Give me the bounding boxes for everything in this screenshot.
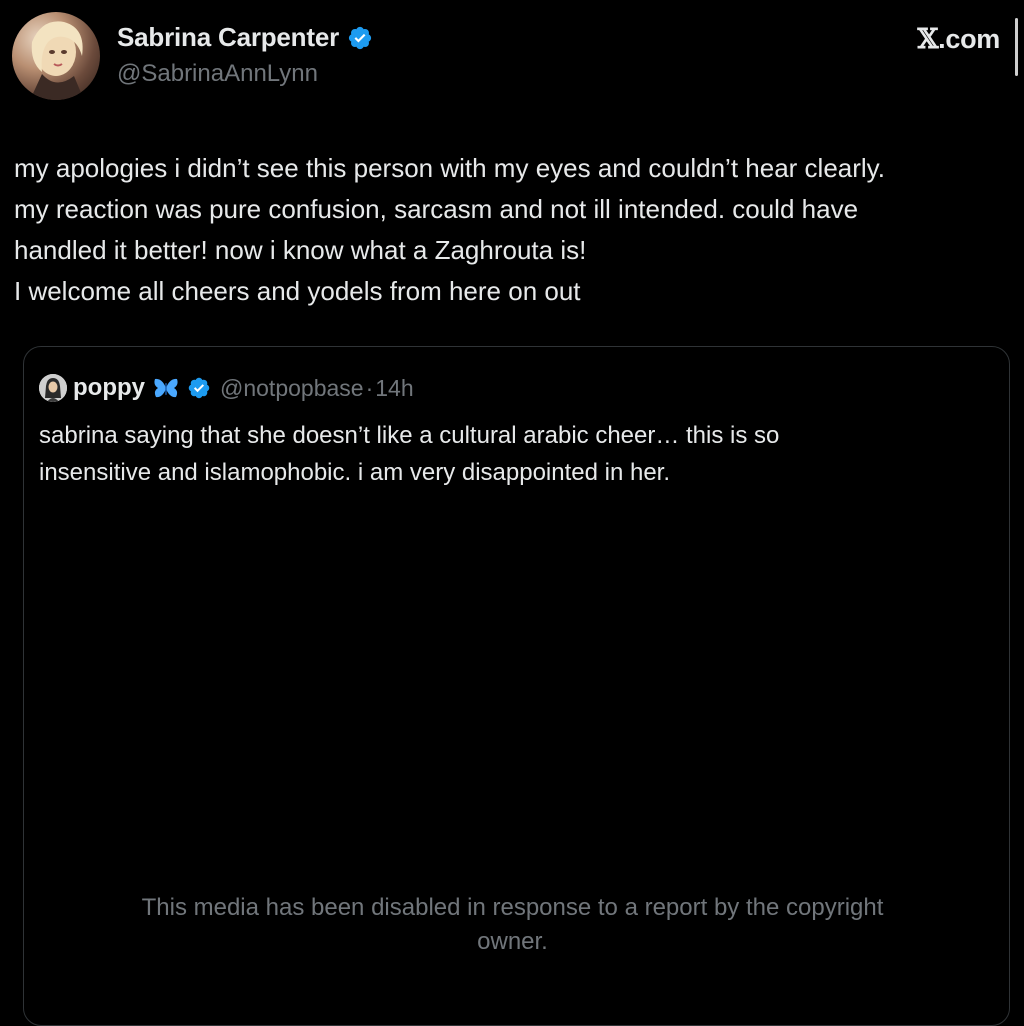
tweet-line: my apologies i didn’t see this person wi…	[14, 153, 885, 183]
author-display-name[interactable]: Sabrina Carpenter	[117, 22, 339, 53]
author-name-row: Sabrina Carpenter	[117, 22, 373, 53]
media-notice-line: owner.	[477, 928, 548, 955]
avatar-photo-icon	[39, 374, 67, 402]
quoted-author-handle[interactable]: @notpopbase	[220, 375, 364, 402]
tweet-header: Sabrina Carpenter @SabrinaAnnLynn 𝕏.com	[0, 0, 1024, 110]
quoted-tweet-timestamp[interactable]: 14h	[375, 375, 413, 402]
tweet-body: my apologies i didn’t see this person wi…	[14, 148, 1014, 312]
author-avatar[interactable]	[12, 12, 100, 100]
x-logo-icon: 𝕏	[917, 24, 939, 55]
tweet-line: my reaction was pure confusion, sarcasm …	[14, 194, 859, 224]
media-disabled-notice: This media has been disabled in response…	[24, 891, 1001, 959]
media-notice-line: This media has been disabled in response…	[141, 894, 884, 921]
quoted-author-avatar[interactable]	[39, 374, 67, 402]
verified-badge-icon	[348, 26, 372, 49]
butterfly-icon	[154, 378, 178, 398]
scrollbar[interactable]	[1015, 18, 1018, 76]
verified-badge-icon	[188, 377, 210, 399]
meta-separator: ·	[365, 374, 374, 401]
tweet-line: handled it better! now i know what a Zag…	[14, 235, 587, 265]
quoted-author-name[interactable]: poppy	[73, 374, 145, 402]
tweet-line: I welcome all cheers and yodels from her…	[14, 276, 581, 306]
quoted-tweet-card[interactable]: poppy @notpopbase · 14h sabrina saying t…	[23, 346, 1010, 1026]
avatar-photo-icon	[30, 21, 84, 100]
x-brand-label: 𝕏.com	[917, 24, 1001, 55]
author-handle[interactable]: @SabrinaAnnLynn	[117, 60, 318, 88]
quoted-tweet-header: poppy @notpopbase · 14h	[39, 372, 414, 404]
quoted-tweet-line: sabrina saying that she doesn’t like a c…	[39, 422, 780, 449]
quoted-tweet-line: insensitive and islamophobic. i am very …	[39, 459, 671, 486]
brand-domain: .com	[938, 24, 1000, 54]
quoted-tweet-body: sabrina saying that she doesn’t like a c…	[39, 417, 989, 491]
